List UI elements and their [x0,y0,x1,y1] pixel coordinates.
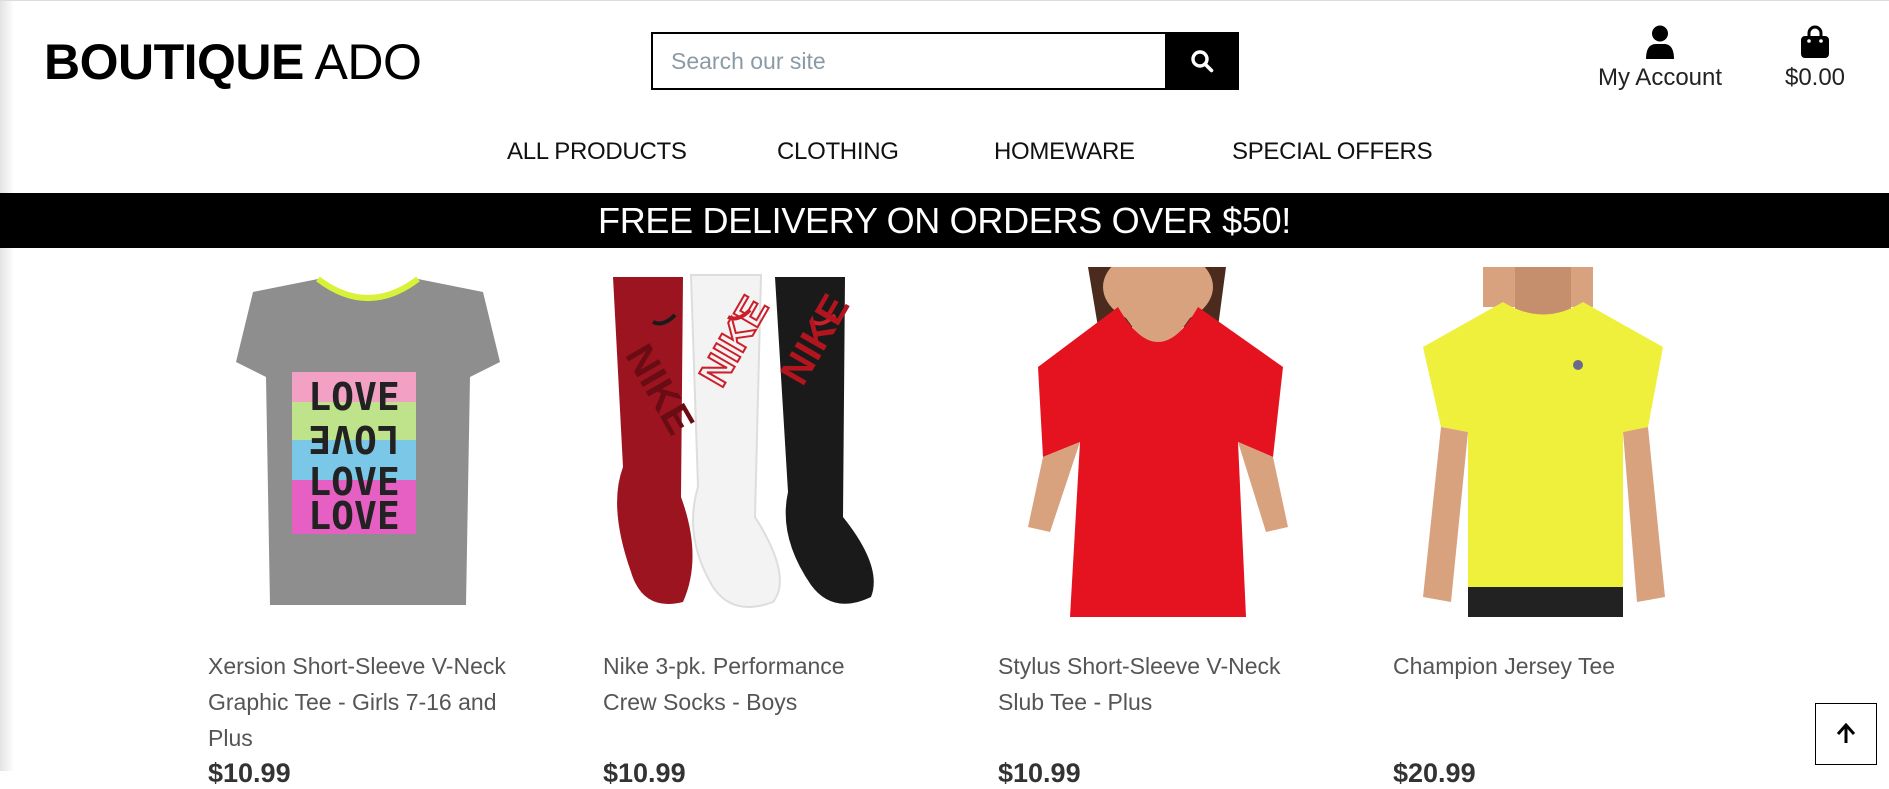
product-card: Champion Jersey Tee $20.99 [1393,267,1713,788]
product-name[interactable]: Nike 3-pk. Performance Crew Socks - Boys [603,648,903,720]
svg-text:LOVE: LOVE [308,417,400,461]
free-delivery-banner: FREE DELIVERY ON ORDERS OVER $50! [0,193,1889,248]
product-image-red-tee[interactable] [998,267,1318,617]
arrow-up-icon [1836,722,1856,743]
nav-all-products[interactable]: ALL PRODUCTS [507,133,687,171]
main-navigation: ALL PRODUCTS CLOTHING HOMEWARE SPECIAL O… [0,133,1889,171]
search-icon [1191,50,1214,73]
svg-text:LOVE: LOVE [308,375,400,419]
nav-homeware[interactable]: HOMEWARE [994,133,1135,171]
back-to-top-button[interactable] [1815,703,1877,765]
top-border [0,0,1889,1]
search-button[interactable] [1165,32,1239,90]
product-card: LOVE LOVE LOVE LOVE Xersion Short-Sleeve… [208,267,528,788]
product-image-yellow-tee[interactable] [1393,267,1713,617]
product-card: Stylus Short-Sleeve V-Neck Slub Tee - Pl… [998,267,1318,788]
search-input[interactable] [651,32,1165,90]
product-name[interactable]: Stylus Short-Sleeve V-Neck Slub Tee - Pl… [998,648,1298,720]
search-form [651,32,1239,90]
nav-special-offers[interactable]: SPECIAL OFFERS [1232,133,1433,171]
product-name[interactable]: Champion Jersey Tee [1393,648,1693,684]
logo-strong-text: BOUTIQUE [44,34,304,90]
product-price: $10.99 [998,758,1081,788]
my-account-label: My Account [1597,64,1723,91]
nav-clothing[interactable]: CLOTHING [777,133,899,171]
svg-text:LOVE: LOVE [308,494,400,538]
product-image-nike-socks[interactable]: NIKE NIKE NIKE [603,267,923,617]
product-price: $10.99 [603,758,686,788]
user-icon [1646,25,1674,59]
logo-light-text: ADO [314,34,422,90]
bag-total: $0.00 [1784,64,1846,91]
page-edge-shadow [0,0,14,771]
product-price: $20.99 [1393,758,1476,788]
shopping-bag-link[interactable]: $0.00 [1770,25,1860,93]
product-card: NIKE NIKE NIKE Nike 3-pk. Performance Cr… [603,267,923,788]
product-name[interactable]: Xersion Short-Sleeve V-Neck Graphic Tee … [208,648,508,756]
product-image-grey-tee[interactable]: LOVE LOVE LOVE LOVE [208,267,528,617]
shopping-bag-icon [1801,25,1829,58]
site-logo[interactable]: BOUTIQUE ADO [44,32,422,92]
my-account-link[interactable]: My Account [1580,25,1740,93]
product-price: $10.99 [208,758,291,788]
